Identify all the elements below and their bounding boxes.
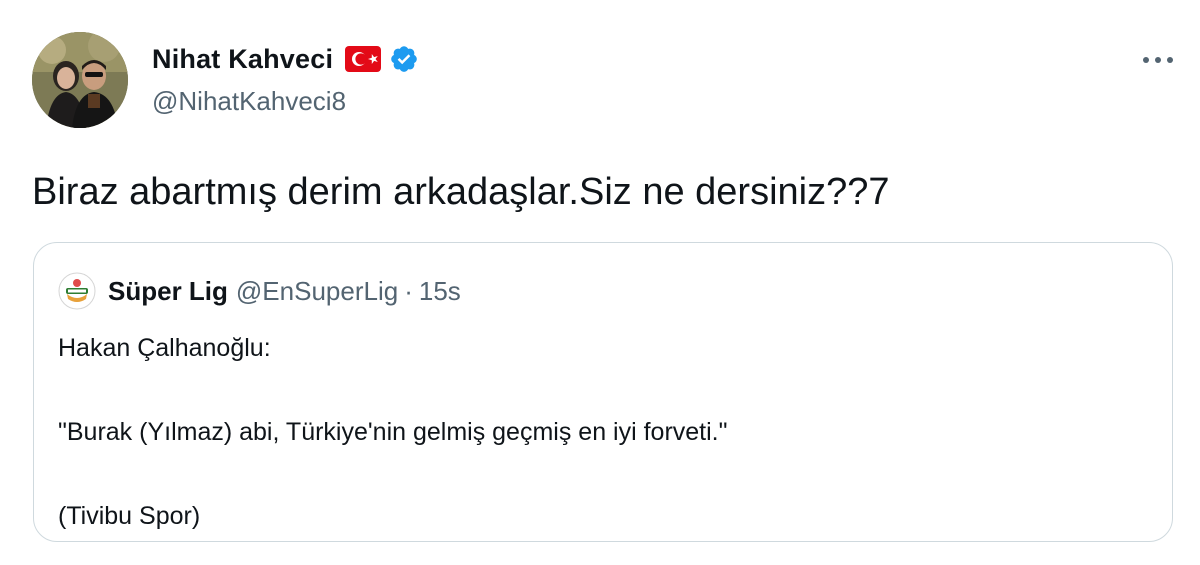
turkey-flag-icon xyxy=(345,46,382,72)
quoted-text-blank-line xyxy=(58,453,728,495)
quoted-author-avatar[interactable] xyxy=(58,272,96,310)
quoted-text-line: Hakan Çalhanoğlu: xyxy=(58,334,271,362)
quoted-tweet-text: Hakan Çalhanoğlu: "Burak (Yılmaz) abi, T… xyxy=(58,327,728,537)
quoted-tweet[interactable]: Süper Lig @EnSuperLig · 15s Hakan Çalhan… xyxy=(33,242,1173,542)
separator-dot: · xyxy=(404,275,413,306)
verified-badge-icon xyxy=(389,44,419,74)
quoted-author-name[interactable]: Süper Lig xyxy=(108,276,228,307)
quoted-text-line: (Tivibu Spor) xyxy=(58,502,201,530)
quoted-text-blank-line xyxy=(58,369,728,411)
author-info: Nihat Kahveci @NihatKahveci8 xyxy=(152,40,419,117)
author-avatar[interactable] xyxy=(32,32,128,128)
quoted-tweet-header: Süper Lig @EnSuperLig · 15s xyxy=(58,272,461,310)
author-handle[interactable]: @NihatKahveci8 xyxy=(152,86,419,117)
quoted-author-handle[interactable]: @EnSuperLig xyxy=(236,276,398,307)
more-options-button[interactable] xyxy=(1138,44,1178,76)
quoted-timestamp[interactable]: 15s xyxy=(419,276,461,307)
tweet-card: Nihat Kahveci @NihatKahveci8 Biraz abart… xyxy=(0,0,1200,565)
tweet-text: Biraz abartmış derim arkadaşlar.Siz ne d… xyxy=(32,171,890,213)
more-options-icon xyxy=(1143,57,1173,63)
author-name-row: Nihat Kahveci xyxy=(152,40,419,78)
author-name[interactable]: Nihat Kahveci xyxy=(152,44,333,75)
quoted-text-line: "Burak (Yılmaz) abi, Türkiye'nin gelmiş … xyxy=(58,418,728,446)
